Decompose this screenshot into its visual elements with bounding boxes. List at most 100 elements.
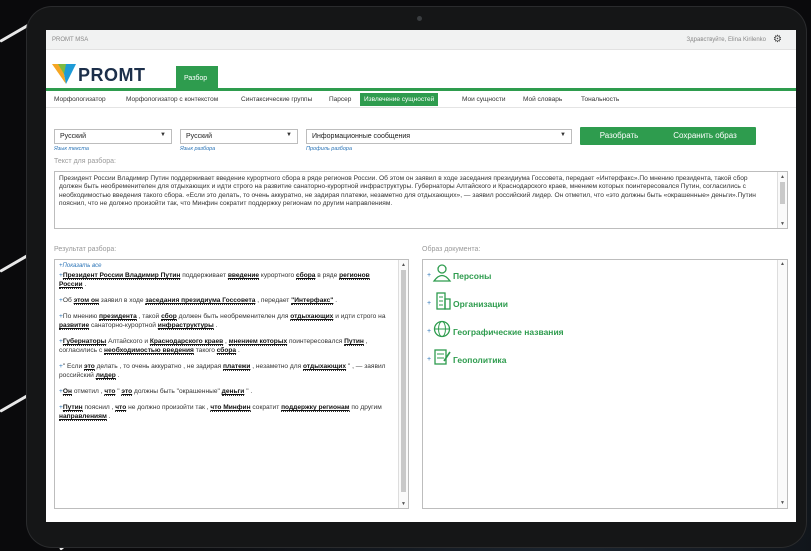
show-all-link[interactable]: +Показать все <box>59 262 394 271</box>
result-scrollbar[interactable]: ▲ ▼ <box>398 260 408 508</box>
result-paragraph[interactable]: +Губернаторы Алтайского и Краснодарского… <box>59 337 394 355</box>
text-span: " Если <box>62 363 85 370</box>
function-nav: Морфологизатор Морфологизатор с контекст… <box>46 88 796 108</box>
text-span: делать , то очень аккуратно , не задирая <box>94 363 224 370</box>
nav-syntax-groups[interactable]: Синтаксические группы <box>237 93 316 106</box>
text-span: . <box>213 322 218 329</box>
entity-span[interactable]: заседания президиума Госсовета <box>145 297 256 305</box>
result-paragraph[interactable]: +Он отметил , что " это должны быть "окр… <box>59 387 394 396</box>
text-span: По мнению <box>62 313 100 320</box>
nav-morphologizer-context[interactable]: Морфологизатор с контекстом <box>122 93 222 106</box>
logo-text: PROMT <box>78 65 146 85</box>
text-span: . <box>333 297 338 304</box>
result-paragraph[interactable]: +Путин пояснил , что не должно произойти… <box>59 403 394 421</box>
entity-span[interactable]: платежи <box>223 363 251 371</box>
entity-span[interactable]: Он <box>62 388 72 396</box>
promt-logo[interactable]: PROMT <box>52 62 152 90</box>
entity-span[interactable]: развитие <box>59 322 90 330</box>
text-span: такого <box>193 347 217 354</box>
entity-span[interactable]: что Минфин <box>210 404 251 412</box>
entity-span[interactable]: мнением которых <box>228 338 288 346</box>
parse-language-hint: Язык разбора <box>180 146 216 152</box>
building-icon <box>436 292 451 310</box>
result-paragraph[interactable]: +По мнению президента , такой сбор долже… <box>59 312 394 330</box>
text-span: , такой <box>136 313 162 320</box>
result-panel[interactable]: +Показать все +Президент России Владимир… <box>54 259 409 509</box>
scroll-thumb[interactable] <box>780 182 785 204</box>
scroll-down-icon[interactable]: ▼ <box>401 500 406 508</box>
expand-icon[interactable]: + <box>427 328 431 335</box>
entity-span[interactable]: отдыхающих <box>290 313 334 321</box>
nav-entity-extraction[interactable]: Извлечение сущностей <box>360 93 439 106</box>
result-paragraph[interactable]: +Президент России Владимир Путин поддерж… <box>59 271 394 289</box>
nav-my-dictionary[interactable]: Мой словарь <box>519 93 566 106</box>
entity-span[interactable]: "Интерфакс" <box>291 297 334 305</box>
user-greeting[interactable]: Здравствуйте, Elina Kirilenko <box>687 37 766 43</box>
result-label: Результат разбора: <box>54 246 117 253</box>
entity-span[interactable]: деньги <box>221 388 245 396</box>
entity-span[interactable]: поддержку регионам <box>281 404 350 412</box>
nav-my-entities[interactable]: Мои сущности <box>458 93 509 106</box>
entity-span[interactable]: отдыхающих <box>303 363 347 371</box>
entity-span[interactable]: Путин <box>62 404 83 412</box>
doc-image-label: Образ документа: <box>422 246 481 253</box>
input-text: Президент России Владимир Путин поддержи… <box>59 175 756 207</box>
gear-icon[interactable]: ⚙ <box>773 35 782 45</box>
text-span: отметил , <box>71 388 105 395</box>
result-paragraph[interactable]: +Об этом он заявил в ходе заседания през… <box>59 296 394 305</box>
text-span: сократит <box>250 404 282 411</box>
entity-span[interactable]: направлениям <box>59 413 107 421</box>
nav-tonality[interactable]: Тональность <box>577 93 623 106</box>
save-image-button[interactable]: Сохранить образ <box>654 127 756 145</box>
result-paragraph[interactable]: +" Если это делать , то очень аккуратно … <box>59 362 394 380</box>
entity-span[interactable]: необходимостью введения <box>104 347 194 355</box>
scroll-thumb[interactable] <box>401 270 406 492</box>
entity-span[interactable]: президента <box>99 313 137 321</box>
parse-button[interactable]: Разобрать <box>580 127 658 145</box>
input-text-area[interactable]: Президент России Владимир Путин поддержи… <box>54 171 788 229</box>
input-scrollbar[interactable]: ▲ ▼ <box>777 172 787 228</box>
text-span: пояснил , <box>82 404 116 411</box>
scroll-down-icon[interactable]: ▼ <box>780 500 785 506</box>
text-span: Об <box>62 297 74 304</box>
text-span: , незаметно для <box>250 363 304 370</box>
text-span: , передает <box>255 297 292 304</box>
text-span: поддерживает <box>180 272 228 279</box>
expand-icon[interactable]: + <box>427 300 431 307</box>
profile-select[interactable]: Информационные сообщения ▼ <box>306 129 572 144</box>
text-span: . <box>115 372 120 379</box>
text-language-hint: Язык текста <box>54 146 89 152</box>
scroll-down-icon[interactable]: ▼ <box>780 220 785 228</box>
text-span: санаторно-курортной <box>89 322 158 329</box>
entity-span[interactable]: это <box>84 363 95 371</box>
expand-icon[interactable]: + <box>427 356 431 363</box>
text-language-select[interactable]: Русский ▼ <box>54 129 172 144</box>
entity-span[interactable]: Путин <box>344 338 364 346</box>
entity-span[interactable]: что <box>115 404 127 412</box>
entity-span[interactable]: лидер <box>95 372 116 380</box>
text-span: " . <box>244 388 253 395</box>
entity-span[interactable]: инфраструктуры <box>157 322 214 330</box>
entity-span[interactable]: что <box>104 388 116 396</box>
scroll-up-icon[interactable]: ▲ <box>401 261 406 270</box>
entity-span[interactable]: сбора <box>216 347 237 355</box>
scroll-up-icon[interactable]: ▲ <box>780 261 785 267</box>
doc-item-label: Персоны <box>453 271 492 281</box>
text-span: в ряде <box>315 272 340 279</box>
entity-span[interactable]: этом он <box>73 297 99 305</box>
scroll-up-icon[interactable]: ▲ <box>780 173 785 181</box>
entity-span[interactable]: сбор <box>161 313 177 321</box>
doc-scrollbar[interactable]: ▲ ▼ <box>777 260 787 508</box>
entity-span[interactable]: введение <box>227 272 260 280</box>
entity-span[interactable]: Краснодарского краев <box>149 338 224 346</box>
expand-icon[interactable]: + <box>427 272 431 279</box>
doc-image-panel[interactable]: + Персоны + Организации + Географические… <box>422 259 788 509</box>
entity-span[interactable]: сбора <box>296 272 316 280</box>
entity-span[interactable]: это <box>121 388 133 396</box>
parse-language-select[interactable]: Русский ▼ <box>180 129 298 144</box>
entity-span[interactable]: Губернаторы <box>62 338 107 346</box>
nav-parser[interactable]: Парсер <box>325 93 355 106</box>
entity-span[interactable]: Президент России Владимир Путин <box>62 272 181 280</box>
tab-parse[interactable]: Разбор <box>176 66 218 88</box>
nav-morphologizer[interactable]: Морфологизатор <box>50 93 110 106</box>
